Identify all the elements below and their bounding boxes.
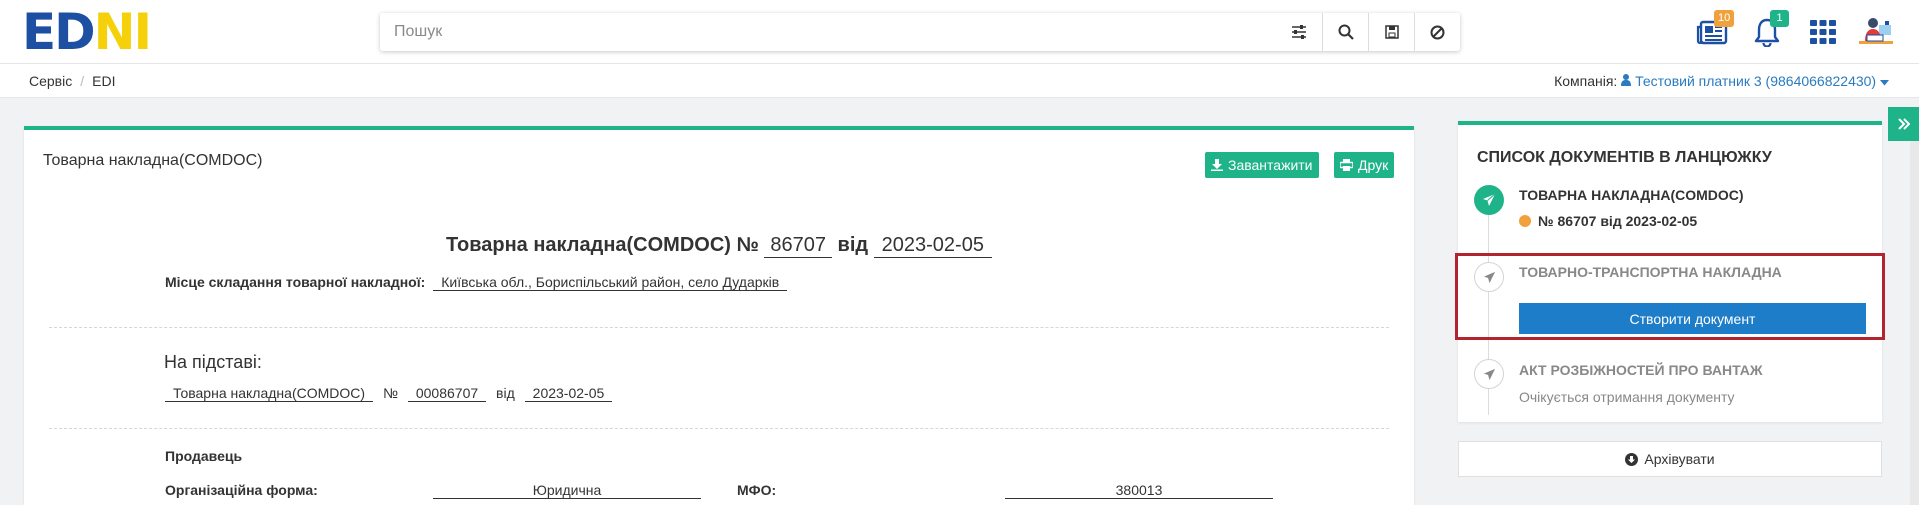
search-bar bbox=[380, 13, 1460, 51]
status-dot bbox=[1519, 215, 1531, 227]
chain-step-3-subtitle: Очікується отримання документу bbox=[1519, 389, 1735, 405]
download-button[interactable]: Завантажити bbox=[1205, 152, 1319, 178]
company-value: Тестовий платник 3 (9864066822430) bbox=[1635, 73, 1877, 89]
document-heading: Товарна накладна(COMDOC) № 86707 від 202… bbox=[24, 234, 1414, 258]
archive-label: Архівувати bbox=[1644, 451, 1715, 467]
apps-button[interactable] bbox=[1808, 14, 1838, 50]
document-heading-title: Товарна накладна(COMDOC) № bbox=[446, 234, 759, 256]
basis-from-word: від bbox=[496, 385, 515, 401]
download-icon bbox=[1211, 159, 1223, 171]
place-label: Місце складання товарної накладної: bbox=[165, 274, 426, 290]
block-icon bbox=[1430, 25, 1445, 39]
search-input[interactable] bbox=[380, 13, 1276, 51]
mfo-value: 380013 bbox=[1005, 482, 1273, 499]
basis-number-sign: № bbox=[382, 385, 398, 401]
search-button[interactable] bbox=[1322, 13, 1368, 51]
top-header: EDNI 10 1 bbox=[0, 0, 1919, 64]
chain-step-3-title: АКТ РОЗБІЖНОСТЕЙ ПРО ВАНТАЖ bbox=[1519, 362, 1763, 378]
print-label: Друк bbox=[1358, 157, 1389, 173]
breadcrumb-separator: / bbox=[80, 73, 85, 89]
save-icon bbox=[1384, 25, 1399, 39]
edin-logo[interactable]: ED N I bbox=[22, 3, 153, 61]
user-avatar-icon bbox=[1859, 18, 1893, 44]
chain-step-1-status: № 86707 від 2023-02-05 bbox=[1519, 213, 1697, 229]
breadcrumb: Сервіс / EDI bbox=[29, 73, 115, 89]
print-icon bbox=[1340, 159, 1353, 171]
user-icon bbox=[1621, 74, 1632, 86]
basis-heading: На підставі: bbox=[164, 352, 262, 372]
user-menu-button[interactable] bbox=[1856, 14, 1896, 50]
sliders-icon bbox=[1292, 25, 1306, 39]
paper-plane-icon bbox=[1483, 368, 1495, 380]
breadcrumb-bar: Сервіс / EDI Компанія: Тестовий платник 3 … bbox=[0, 64, 1919, 98]
chevrons-right-icon bbox=[1897, 118, 1910, 130]
document-card: Товарна накладна(COMDOC) Завантажити Дру… bbox=[24, 126, 1414, 505]
document-from-word: від bbox=[837, 234, 869, 256]
mfo-label-text: МФО: bbox=[737, 482, 777, 498]
logo-text-i: I bbox=[133, 3, 153, 61]
basis-date: 2023-02-05 bbox=[524, 385, 613, 402]
notifications-button[interactable]: 1 bbox=[1752, 10, 1789, 50]
chain-title: СПИСОК ДОКУМЕНТІВ В ЛАНЦЮЖКУ bbox=[1477, 149, 1772, 166]
print-button[interactable]: Друк bbox=[1334, 152, 1395, 178]
place-row: Місце складання товарної накладної: Київ… bbox=[165, 274, 788, 291]
filter-button[interactable] bbox=[1276, 13, 1322, 51]
seller-heading-text: Продавець bbox=[165, 448, 243, 464]
section-divider bbox=[49, 327, 1389, 328]
company-selector: Компанія: Тестовий платник 3 (9864066822… bbox=[1554, 73, 1889, 89]
panel-toggle-button[interactable] bbox=[1888, 107, 1919, 141]
apps-grid-icon bbox=[1810, 20, 1836, 44]
search-icon bbox=[1338, 24, 1354, 40]
logo-text-ed: ED bbox=[22, 3, 96, 61]
org-form-value: Юридична bbox=[433, 482, 701, 499]
chain-step-3-marker bbox=[1474, 359, 1504, 389]
archive-button[interactable]: Архівувати bbox=[1458, 441, 1882, 477]
breadcrumb-item-edi[interactable]: EDI bbox=[92, 73, 115, 89]
place-value: Київська обл., Бориспільський район, сел… bbox=[433, 274, 788, 291]
news-badge: 10 bbox=[1714, 10, 1735, 27]
notifications-badge: 1 bbox=[1770, 10, 1789, 27]
org-form-label: Організаційна форма: bbox=[165, 482, 318, 498]
chain-step-1-marker bbox=[1474, 185, 1504, 215]
caret-down-icon bbox=[1880, 80, 1889, 86]
download-label: Завантажити bbox=[1228, 157, 1313, 173]
document-date: 2023-02-05 bbox=[873, 234, 992, 258]
card-title: Товарна накладна(COMDOC) bbox=[43, 152, 263, 169]
company-dropdown[interactable]: Тестовий платник 3 (9864066822430) bbox=[1621, 73, 1889, 89]
basis-row: Товарна накладна(COMDOC) № 00086707 від … bbox=[165, 385, 613, 402]
page-scrollbar[interactable] bbox=[1910, 141, 1919, 505]
save-search-button[interactable] bbox=[1368, 13, 1414, 51]
paper-plane-icon bbox=[1483, 193, 1496, 206]
news-button[interactable]: 10 bbox=[1694, 10, 1735, 50]
chain-step-1-title[interactable]: ТОВАРНА НАКЛАДНА(COMDOC) bbox=[1519, 187, 1744, 203]
highlight-frame bbox=[1455, 253, 1885, 340]
basis-document: Товарна накладна(COMDOC) bbox=[165, 385, 374, 402]
breadcrumb-item-service[interactable]: Сервіс bbox=[29, 73, 72, 89]
org-form-label-text: Організаційна форма: bbox=[165, 482, 318, 498]
archive-icon bbox=[1625, 452, 1639, 466]
logo-text-n: N bbox=[93, 3, 136, 61]
basis-number: 00086707 bbox=[407, 385, 487, 402]
mfo-label: МФО: bbox=[737, 482, 776, 498]
company-label: Компанія: bbox=[1554, 73, 1618, 89]
chain-step-1-subtitle: № 86707 від 2023-02-05 bbox=[1538, 213, 1698, 229]
section-divider bbox=[49, 428, 1389, 429]
document-number: 86707 bbox=[764, 234, 832, 258]
clear-search-button[interactable] bbox=[1414, 13, 1460, 51]
seller-heading: Продавець bbox=[165, 448, 242, 464]
